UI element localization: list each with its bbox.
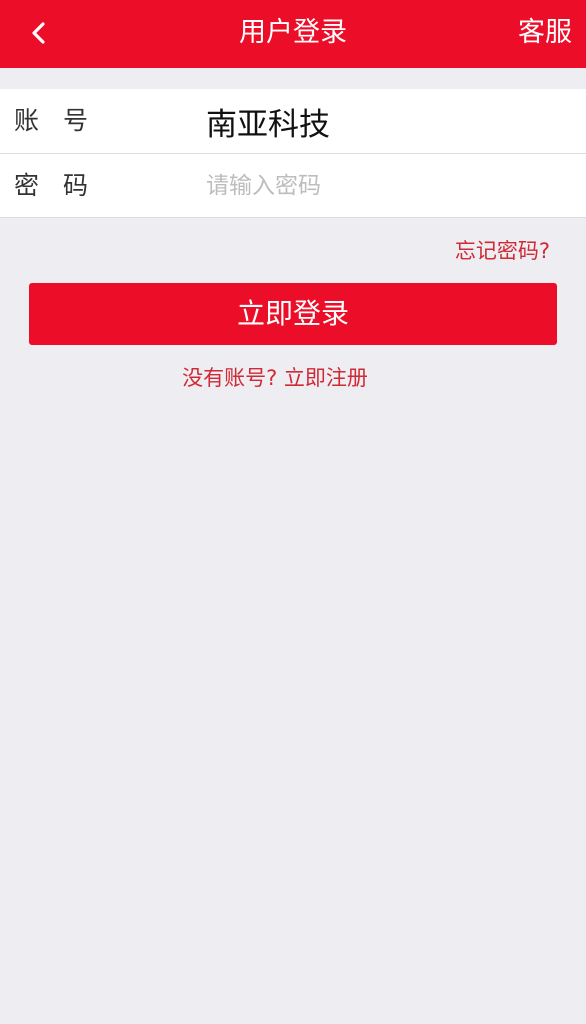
account-row: 账号 xyxy=(0,89,586,153)
back-button[interactable] xyxy=(14,10,64,56)
login-form: 账号 密码 xyxy=(0,89,586,218)
password-label: 密码 xyxy=(14,171,113,200)
login-button[interactable]: 立即登录 xyxy=(29,283,557,345)
password-input[interactable] xyxy=(206,162,566,210)
page-title: 用户登录 xyxy=(239,17,347,48)
customer-service-button[interactable]: 客服 xyxy=(518,0,572,68)
app-header: 用户登录 客服 xyxy=(0,0,586,68)
chevron-left-icon xyxy=(28,21,50,45)
divider xyxy=(0,217,586,218)
register-link[interactable]: 没有账号? 立即注册 xyxy=(0,361,550,395)
account-input[interactable] xyxy=(206,97,566,145)
account-label: 账号 xyxy=(14,106,113,135)
password-row: 密码 xyxy=(0,154,586,218)
forgot-password-link[interactable]: 忘记密码? xyxy=(455,234,550,268)
